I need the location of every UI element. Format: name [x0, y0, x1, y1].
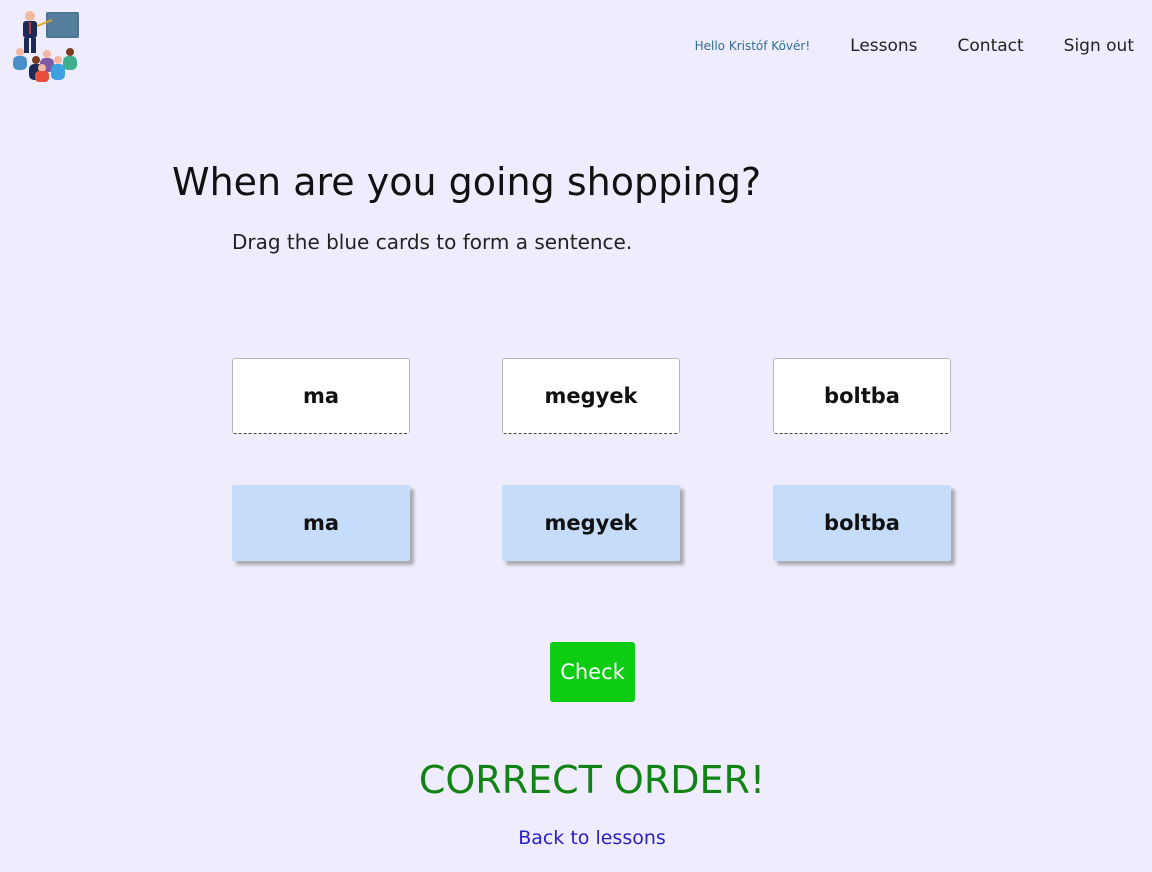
- check-button[interactable]: Check: [550, 642, 635, 702]
- nav-sign-out-link[interactable]: Sign out: [1064, 36, 1134, 56]
- drop-slot[interactable]: megyek: [502, 358, 680, 434]
- exercise-instructions: Drag the blue cards to form a sentence.: [232, 230, 633, 254]
- drop-slot[interactable]: ma: [232, 358, 410, 434]
- drop-slot[interactable]: boltba: [773, 358, 951, 434]
- word-card[interactable]: boltba: [773, 485, 951, 561]
- exercise-title: When are you going shopping?: [172, 160, 762, 204]
- user-greeting: Hello Kristóf Kövér!: [694, 39, 811, 53]
- word-card[interactable]: megyek: [502, 485, 680, 561]
- back-to-lessons-link[interactable]: Back to lessons: [0, 827, 1152, 849]
- teacher-classroom-logo-icon[interactable]: [10, 8, 84, 82]
- nav-lessons-link[interactable]: Lessons: [850, 36, 917, 56]
- nav-contact-link[interactable]: Contact: [958, 36, 1024, 56]
- top-navigation: Hello Kristóf Kövér! Lessons Contact Sig…: [695, 34, 1134, 58]
- result-message: CORRECT ORDER!: [418, 758, 766, 802]
- word-card[interactable]: ma: [232, 485, 410, 561]
